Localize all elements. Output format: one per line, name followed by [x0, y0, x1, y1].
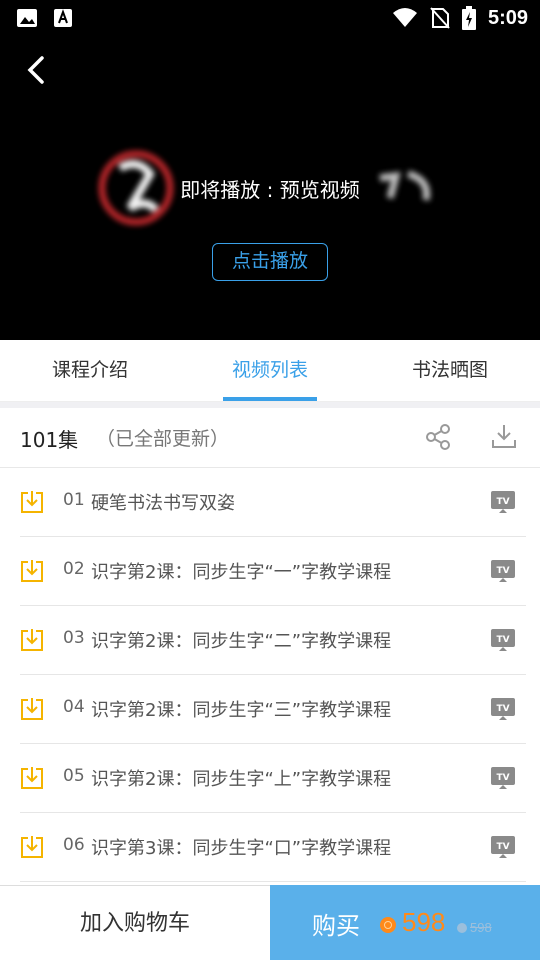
svg-text:TV: TV: [496, 704, 509, 714]
download-icon[interactable]: [20, 766, 44, 790]
episode-number: 01: [63, 490, 85, 510]
episode-number: 03: [63, 628, 85, 648]
play-button[interactable]: 点击播放: [212, 243, 328, 281]
episode-title: 识字第2课：同步生字“三”字教学课程: [91, 700, 392, 721]
svg-text:TV: TV: [496, 635, 509, 645]
svg-text:TV: TV: [496, 773, 509, 783]
tab-bar: 课程介绍 视频列表 书法晒图: [0, 340, 540, 402]
episode-title: 识字第2课：同步生字“上”字教学课程: [91, 769, 392, 790]
download-icon[interactable]: [20, 628, 44, 652]
coin-icon-small: [457, 923, 467, 933]
status-bar: 5:09: [0, 0, 540, 36]
tab-video-list[interactable]: 视频列表: [180, 340, 360, 401]
download-icon[interactable]: [20, 490, 44, 514]
episode-title: 识字第2课：同步生字“一”字教学课程: [91, 562, 392, 583]
episode-row[interactable]: 02 识字第2课：同步生字“一”字教学课程 TV: [20, 537, 526, 606]
tv-cast-icon[interactable]: TV: [490, 834, 516, 860]
episode-list: 01 硬笔书法书写双姿 TV 02 识字第2课：同步生字“一”字教学课程 TV …: [0, 468, 540, 882]
video-player[interactable]: 5:09 即将播放 : 预览视频 点击播放: [0, 0, 540, 340]
tv-cast-icon[interactable]: TV: [490, 489, 516, 515]
episode-number: 02: [63, 559, 85, 579]
tv-cast-icon[interactable]: TV: [490, 558, 516, 584]
download-icon[interactable]: [20, 559, 44, 583]
episode-row[interactable]: 04 识字第2课：同步生字“三”字教学课程 TV: [20, 675, 526, 744]
episode-number: 06: [63, 835, 85, 855]
episode-summary: 101集 （已全部更新）: [0, 408, 540, 468]
episode-count: 101集: [20, 428, 79, 452]
tv-cast-icon[interactable]: TV: [490, 696, 516, 722]
share-icon[interactable]: [424, 423, 452, 451]
back-arrow-icon[interactable]: [18, 50, 58, 90]
buy-label: 购买: [312, 912, 360, 940]
svg-text:TV: TV: [496, 842, 509, 852]
wifi-icon: [392, 8, 417, 27]
episode-row[interactable]: 01 硬笔书法书写双姿 TV: [20, 468, 526, 537]
episode-title: 硬笔书法书写双姿: [91, 493, 235, 514]
no-sim-icon: [430, 7, 450, 29]
download-icon[interactable]: [20, 697, 44, 721]
price: 598: [402, 907, 446, 937]
episode-number: 04: [63, 697, 85, 717]
add-to-cart-button[interactable]: 加入购物车: [0, 885, 270, 960]
episode-title: 识字第2课：同步生字“二”字教学课程: [91, 631, 392, 652]
battery-charging-icon: [461, 6, 476, 30]
episode-row[interactable]: 06 识字第3课：同步生字“口”字教学课程 TV: [20, 813, 526, 882]
download-icon[interactable]: [20, 835, 44, 859]
tab-course-intro[interactable]: 课程介绍: [0, 340, 180, 401]
svg-text:TV: TV: [496, 566, 509, 576]
image-icon: [17, 9, 37, 27]
episode-title: 识字第3课：同步生字“口”字教学课程: [91, 838, 392, 859]
tab-calligraphy-gallery[interactable]: 书法晒图: [360, 340, 540, 401]
preview-text: 即将播放 : 预览视频: [180, 178, 360, 202]
episode-row[interactable]: 05 识字第2课：同步生字“上”字教学课程 TV: [20, 744, 526, 813]
episode-number: 05: [63, 766, 85, 786]
update-status: （已全部更新）: [96, 428, 230, 450]
status-time: 5:09: [487, 6, 528, 29]
download-all-icon[interactable]: [490, 422, 518, 450]
original-price: 598: [470, 920, 492, 935]
svg-text:TV: TV: [496, 497, 509, 507]
bottom-action-bar: 加入购物车 购买 598 598: [0, 885, 540, 960]
buy-button[interactable]: 购买 598 598: [270, 885, 540, 960]
tv-cast-icon[interactable]: TV: [490, 627, 516, 653]
tv-cast-icon[interactable]: TV: [490, 765, 516, 791]
text-a-icon: [54, 9, 72, 27]
coin-icon: [380, 917, 396, 933]
episode-row[interactable]: 03 识字第2课：同步生字“二”字教学课程 TV: [20, 606, 526, 675]
